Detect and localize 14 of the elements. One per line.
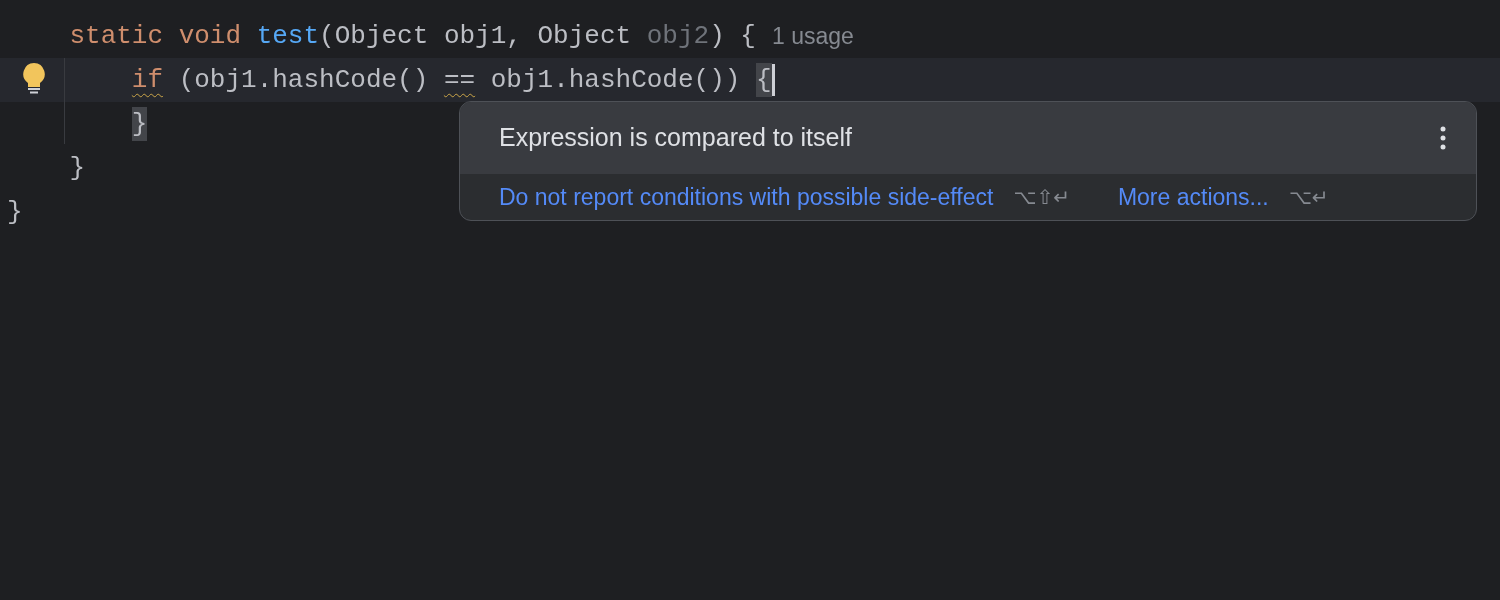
more-options-icon[interactable]: [1440, 126, 1446, 150]
code-text: }: [68, 152, 86, 185]
code-text: }: [7, 196, 23, 229]
action-link[interactable]: Do not report conditions with possible side-effect: [499, 179, 994, 215]
code-text: static void test(Object obj1, Object obj2) {: [68, 20, 756, 53]
code-text: if (obj1.hashCode() == obj1.hashCode()) {: [7, 63, 775, 97]
code-text: }: [130, 107, 148, 141]
usage-hint[interactable]: 1 usage: [771, 18, 854, 54]
shortcut-text: ⌥⇧↵: [1013, 184, 1070, 211]
text-caret: [771, 64, 775, 96]
action-link[interactable]: More actions...: [1117, 179, 1269, 215]
lightbulb-icon[interactable]: [22, 62, 46, 94]
shortcut-text: ⌥↵: [1288, 184, 1329, 211]
popup-title: Expression is compared to itself: [499, 122, 853, 154]
